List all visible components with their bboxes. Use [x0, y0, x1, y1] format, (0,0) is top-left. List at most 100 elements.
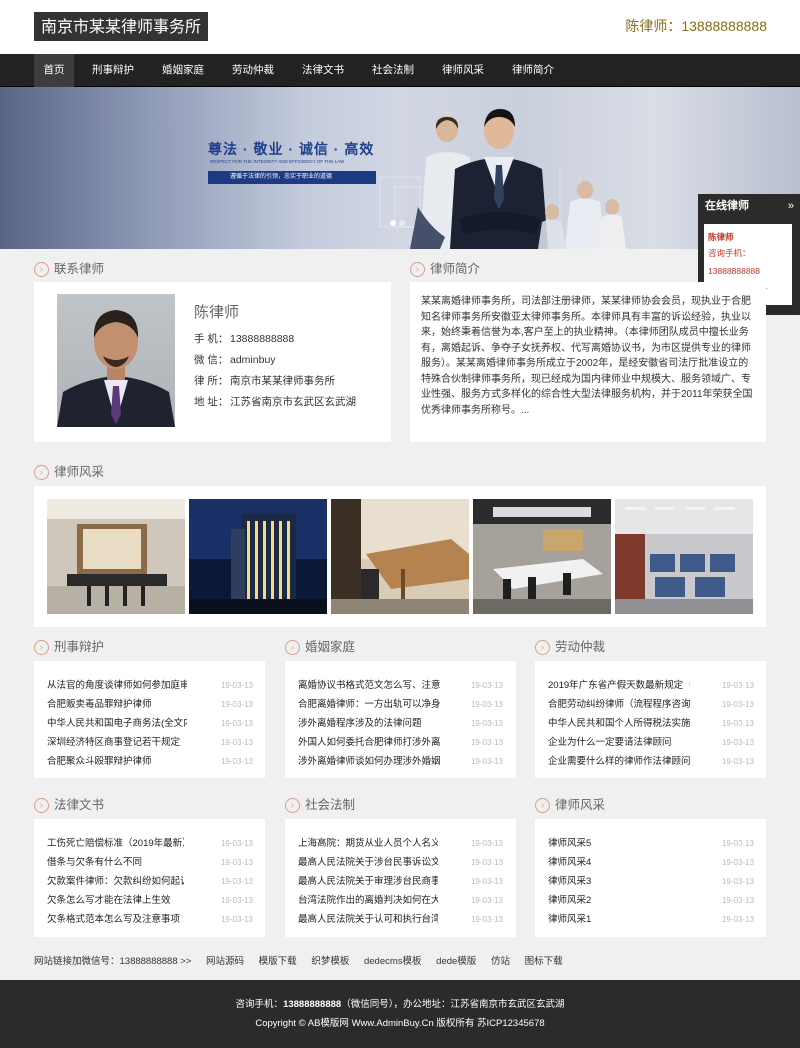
gallery-image-4[interactable] [473, 499, 611, 614]
nav-item-labor-arbitration[interactable]: 劳动仲裁 [222, 54, 284, 87]
gallery-image-2[interactable] [189, 499, 327, 614]
list-item-title[interactable]: 上海高院：期货从业人员个人名义 [298, 834, 438, 853]
gallery-image-3[interactable] [331, 499, 469, 614]
section-title-text[interactable]: 婚姻家庭 [305, 640, 355, 654]
list-item-title[interactable]: 离婚协议书格式范文怎么写、注意 [298, 676, 444, 695]
friend-link[interactable]: dedecms模板 [364, 956, 422, 967]
list-item-title[interactable]: 中华人民共和国电子商务法(全文内 [47, 714, 187, 733]
list-item[interactable]: 台湾法院作出的离婚判决如何在大 19-03-13 [298, 891, 503, 910]
list-item-title[interactable]: 涉外离婚律师谈如何办理涉外婚姻 [298, 752, 444, 771]
list-item[interactable]: 借条与欠条有什么不同 19-03-13 [47, 853, 253, 872]
list-item[interactable]: 律师风采4 19-03-13 [548, 853, 754, 872]
list-item-title[interactable]: 最高人民法院关于涉台民事诉讼文 [298, 853, 438, 872]
list-item[interactable]: 欠条格式范本怎么写及注意事项 19-03-13 [47, 910, 253, 929]
friend-link[interactable]: 织梦模板 [311, 956, 349, 967]
nav-item-criminal-defense[interactable]: 刑事辩护 [82, 54, 144, 87]
list-item[interactable]: 涉外离婚律师谈如何办理涉外婚姻 19-03-13 [298, 752, 503, 771]
list-item-title[interactable]: 合肥离婚律师：一方出轨可以净身 [298, 695, 444, 714]
list-item[interactable]: 合肥聚众斗殴罪辩护律师 19-03-13 [47, 752, 253, 771]
list-item[interactable]: 最高人民法院关于认可和执行台湾 19-03-13 [298, 910, 503, 929]
section-title-text[interactable]: 刑事辩护 [54, 640, 104, 654]
list-item[interactable]: 最高人民法院关于涉台民事诉讼文 19-03-13 [298, 853, 503, 872]
list-item[interactable]: 欠款案件律师：欠款纠纷如何起诉 19-03-13 [47, 872, 253, 891]
list-item-title[interactable]: 台湾法院作出的离婚判决如何在大 [298, 891, 438, 910]
chevron-circle-icon: › [535, 798, 550, 813]
open-office-image [615, 499, 753, 614]
chevron-circle-icon: › [410, 262, 425, 277]
friend-link[interactable]: 模版下载 [259, 956, 297, 967]
list-item-title[interactable]: 企业需要什么样的律师作法律顾问 [548, 752, 690, 771]
list-item[interactable]: 律师风采2 19-03-13 [548, 891, 754, 910]
list-item[interactable]: 深圳经济特区商事登记若干规定 19-03-13 [47, 733, 253, 752]
list-item[interactable]: 律师风采3 19-03-13 [548, 872, 754, 891]
list-item-title[interactable]: 合肥贩卖毒品罪辩护律师 [47, 695, 187, 714]
friend-link[interactable]: 图标下载 [525, 956, 563, 967]
list-item-title[interactable]: 2019年广东省产假天数最新规定（... [548, 676, 690, 695]
section-title-text[interactable]: 律师风采 [555, 798, 605, 812]
lawyer-photo [57, 294, 175, 427]
friend-link[interactable]: 仿站 [491, 956, 510, 967]
list-item-title[interactable]: 合肥聚众斗殴罪辩护律师 [47, 752, 187, 771]
list-item-title[interactable]: 律师风采5 [548, 834, 658, 853]
list-item[interactable]: 从法官的角度谈律师如何参加庭审 19-03-13 [47, 676, 253, 695]
gallery-image-1[interactable] [47, 499, 185, 614]
list-item-title[interactable]: 最高人民法院关于认可和执行台湾 [298, 910, 438, 929]
friend-link[interactable]: 网站源码 [206, 956, 244, 967]
list-item-title[interactable]: 最高人民法院关于审理涉台民商事 [298, 872, 438, 891]
nav-item-social-law[interactable]: 社会法制 [362, 54, 424, 87]
list-item[interactable]: 2019年广东省产假天数最新规定（... 19-03-13 [548, 676, 754, 695]
site-logo[interactable]: 南京市某某律师事务所 [34, 12, 209, 41]
list-item-date: 19-03-13 [721, 757, 754, 766]
nav-item-lawyer-gallery[interactable]: 律师风采 [432, 54, 494, 87]
list-item-title[interactable]: 合肥劳动纠纷律师（流程程序咨询 [548, 695, 690, 714]
list-item-title[interactable]: 律师风采3 [548, 872, 658, 891]
section-title-text[interactable]: 法律文书 [54, 798, 104, 812]
list-item[interactable]: 最高人民法院关于审理涉台民商事 19-03-13 [298, 872, 503, 891]
list-item-title[interactable]: 深圳经济特区商事登记若干规定 [47, 733, 187, 752]
gallery-image-5[interactable] [615, 499, 753, 614]
nav-item-home[interactable]: 首页 [34, 54, 74, 87]
list-item-date: 19-03-13 [721, 858, 754, 867]
list-item[interactable]: 外国人如何委托合肥律师打涉外离 19-03-13 [298, 733, 503, 752]
list-item-title[interactable]: 律师风采4 [548, 853, 658, 872]
nav-item-lawyer-intro[interactable]: 律师简介 [502, 54, 564, 87]
hero-banner[interactable]: 尊法 · 敬业 · 诚信 · 高效 RESPECT FOR THE INTEGR… [0, 87, 800, 249]
list-item-date: 19-03-13 [220, 738, 253, 747]
list-item-title[interactable]: 涉外离婚程序涉及的法律问题 [298, 714, 444, 733]
banner-dot-active[interactable] [390, 220, 396, 226]
online-mobile[interactable]: 13888888888 [708, 262, 789, 280]
list-item[interactable]: 中华人民共和国电子商务法(全文内 19-03-13 [47, 714, 253, 733]
list-item[interactable]: 律师风采1 19-03-13 [548, 910, 754, 929]
section-title-text[interactable]: 社会法制 [305, 798, 355, 812]
list-item-title[interactable]: 欠条怎么写才能在法律上生效 [47, 891, 184, 910]
list-item-title[interactable]: 律师风采2 [548, 891, 658, 910]
list-item-title[interactable]: 从法官的角度谈律师如何参加庭审 [47, 676, 187, 695]
list-item[interactable]: 中华人民共和国个人所得税法实施 19-03-13 [548, 714, 754, 733]
list-item-title[interactable]: 企业为什么一定要请法律顾问 [548, 733, 690, 752]
list-item[interactable]: 涉外离婚程序涉及的法律问题 19-03-13 [298, 714, 503, 733]
list-item[interactable]: 上海高院：期货从业人员个人名义 19-03-13 [298, 834, 503, 853]
chevron-right-icon[interactable]: » [788, 200, 794, 212]
list-item[interactable]: 欠条怎么写才能在法律上生效 19-03-13 [47, 891, 253, 910]
list-item-title[interactable]: 律师风采1 [548, 910, 658, 929]
list-item-title[interactable]: 工伤死亡赔偿标准（2019年最新） [47, 834, 184, 853]
list-item-title[interactable]: 中华人民共和国个人所得税法实施 [548, 714, 690, 733]
list-item[interactable]: 合肥贩卖毒品罪辩护律师 19-03-13 [47, 695, 253, 714]
list-item-date: 19-03-13 [220, 839, 253, 848]
list-item-title[interactable]: 欠款案件律师：欠款纠纷如何起诉 [47, 872, 184, 891]
list-item-title[interactable]: 外国人如何委托合肥律师打涉外离 [298, 733, 444, 752]
list-item[interactable]: 律师风采5 19-03-13 [548, 834, 754, 853]
list-item[interactable]: 工伤死亡赔偿标准（2019年最新） 19-03-13 [47, 834, 253, 853]
nav-item-marriage-family[interactable]: 婚姻家庭 [152, 54, 214, 87]
list-item[interactable]: 合肥离婚律师：一方出轨可以净身 19-03-13 [298, 695, 503, 714]
list-item[interactable]: 合肥劳动纠纷律师（流程程序咨询 19-03-13 [548, 695, 754, 714]
nav-item-legal-documents[interactable]: 法律文书 [292, 54, 354, 87]
list-item-title[interactable]: 欠条格式范本怎么写及注意事项 [47, 910, 184, 929]
list-item[interactable]: 企业需要什么样的律师作法律顾问 19-03-13 [548, 752, 754, 771]
list-item[interactable]: 企业为什么一定要请法律顾问 19-03-13 [548, 733, 754, 752]
banner-dot[interactable] [399, 220, 405, 226]
section-title-text[interactable]: 劳动仲裁 [555, 640, 605, 654]
list-item-title[interactable]: 借条与欠条有什么不同 [47, 853, 184, 872]
list-item[interactable]: 离婚协议书格式范文怎么写、注意 19-03-13 [298, 676, 503, 695]
friend-link[interactable]: dede模版 [436, 956, 476, 967]
